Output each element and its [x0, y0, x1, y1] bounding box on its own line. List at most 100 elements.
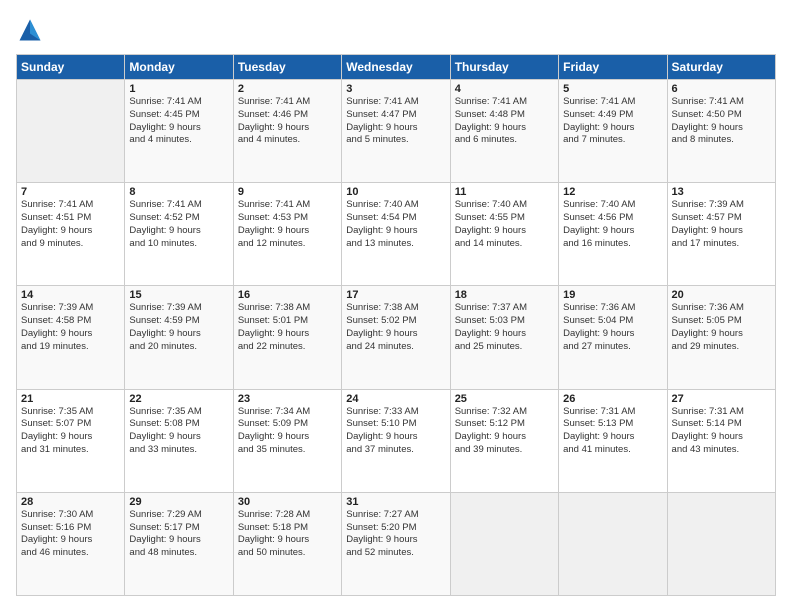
day-number: 7: [21, 186, 120, 198]
calendar-cell: 10Sunrise: 7:40 AMSunset: 4:54 PMDayligh…: [342, 183, 450, 286]
day-number: 24: [346, 393, 445, 405]
day-number: 21: [21, 393, 120, 405]
day-info: Sunrise: 7:39 AMSunset: 4:58 PMDaylight:…: [21, 302, 120, 353]
logo: [16, 16, 48, 44]
calendar-cell: 8Sunrise: 7:41 AMSunset: 4:52 PMDaylight…: [125, 183, 233, 286]
day-number: 16: [238, 289, 337, 301]
week-row-4: 28Sunrise: 7:30 AMSunset: 5:16 PMDayligh…: [17, 492, 776, 595]
calendar-cell: 21Sunrise: 7:35 AMSunset: 5:07 PMDayligh…: [17, 389, 125, 492]
calendar-cell: 25Sunrise: 7:32 AMSunset: 5:12 PMDayligh…: [450, 389, 558, 492]
day-info: Sunrise: 7:38 AMSunset: 5:02 PMDaylight:…: [346, 302, 445, 353]
day-number: 12: [563, 186, 662, 198]
day-number: 3: [346, 83, 445, 95]
day-info: Sunrise: 7:39 AMSunset: 4:57 PMDaylight:…: [672, 199, 771, 250]
day-info: Sunrise: 7:30 AMSunset: 5:16 PMDaylight:…: [21, 509, 120, 560]
calendar-cell: [559, 492, 667, 595]
day-info: Sunrise: 7:31 AMSunset: 5:14 PMDaylight:…: [672, 406, 771, 457]
day-info: Sunrise: 7:32 AMSunset: 5:12 PMDaylight:…: [455, 406, 554, 457]
calendar-cell: 19Sunrise: 7:36 AMSunset: 5:04 PMDayligh…: [559, 286, 667, 389]
calendar-cell: 5Sunrise: 7:41 AMSunset: 4:49 PMDaylight…: [559, 80, 667, 183]
day-info: Sunrise: 7:27 AMSunset: 5:20 PMDaylight:…: [346, 509, 445, 560]
day-info: Sunrise: 7:33 AMSunset: 5:10 PMDaylight:…: [346, 406, 445, 457]
weekday-sunday: Sunday: [17, 55, 125, 80]
day-info: Sunrise: 7:34 AMSunset: 5:09 PMDaylight:…: [238, 406, 337, 457]
day-info: Sunrise: 7:40 AMSunset: 4:55 PMDaylight:…: [455, 199, 554, 250]
day-info: Sunrise: 7:41 AMSunset: 4:47 PMDaylight:…: [346, 96, 445, 147]
weekday-wednesday: Wednesday: [342, 55, 450, 80]
day-number: 9: [238, 186, 337, 198]
day-info: Sunrise: 7:28 AMSunset: 5:18 PMDaylight:…: [238, 509, 337, 560]
day-number: 27: [672, 393, 771, 405]
day-info: Sunrise: 7:41 AMSunset: 4:48 PMDaylight:…: [455, 96, 554, 147]
calendar-cell: 28Sunrise: 7:30 AMSunset: 5:16 PMDayligh…: [17, 492, 125, 595]
day-info: Sunrise: 7:41 AMSunset: 4:51 PMDaylight:…: [21, 199, 120, 250]
day-info: Sunrise: 7:37 AMSunset: 5:03 PMDaylight:…: [455, 302, 554, 353]
calendar-cell: 15Sunrise: 7:39 AMSunset: 4:59 PMDayligh…: [125, 286, 233, 389]
day-number: 26: [563, 393, 662, 405]
day-info: Sunrise: 7:38 AMSunset: 5:01 PMDaylight:…: [238, 302, 337, 353]
day-number: 25: [455, 393, 554, 405]
day-number: 15: [129, 289, 228, 301]
day-number: 18: [455, 289, 554, 301]
week-row-0: 1Sunrise: 7:41 AMSunset: 4:45 PMDaylight…: [17, 80, 776, 183]
day-number: 28: [21, 496, 120, 508]
calendar-cell: [667, 492, 775, 595]
calendar-cell: 16Sunrise: 7:38 AMSunset: 5:01 PMDayligh…: [233, 286, 341, 389]
week-row-1: 7Sunrise: 7:41 AMSunset: 4:51 PMDaylight…: [17, 183, 776, 286]
day-info: Sunrise: 7:35 AMSunset: 5:08 PMDaylight:…: [129, 406, 228, 457]
day-info: Sunrise: 7:40 AMSunset: 4:54 PMDaylight:…: [346, 199, 445, 250]
calendar-cell: 14Sunrise: 7:39 AMSunset: 4:58 PMDayligh…: [17, 286, 125, 389]
calendar-cell: 6Sunrise: 7:41 AMSunset: 4:50 PMDaylight…: [667, 80, 775, 183]
page: SundayMondayTuesdayWednesdayThursdayFrid…: [0, 0, 792, 612]
day-number: 14: [21, 289, 120, 301]
calendar-cell: 7Sunrise: 7:41 AMSunset: 4:51 PMDaylight…: [17, 183, 125, 286]
day-number: 1: [129, 83, 228, 95]
day-number: 17: [346, 289, 445, 301]
day-info: Sunrise: 7:41 AMSunset: 4:49 PMDaylight:…: [563, 96, 662, 147]
day-info: Sunrise: 7:41 AMSunset: 4:46 PMDaylight:…: [238, 96, 337, 147]
day-info: Sunrise: 7:39 AMSunset: 4:59 PMDaylight:…: [129, 302, 228, 353]
calendar-cell: 9Sunrise: 7:41 AMSunset: 4:53 PMDaylight…: [233, 183, 341, 286]
day-number: 19: [563, 289, 662, 301]
calendar-cell: 29Sunrise: 7:29 AMSunset: 5:17 PMDayligh…: [125, 492, 233, 595]
day-number: 29: [129, 496, 228, 508]
header: [16, 16, 776, 44]
day-info: Sunrise: 7:35 AMSunset: 5:07 PMDaylight:…: [21, 406, 120, 457]
weekday-saturday: Saturday: [667, 55, 775, 80]
day-number: 8: [129, 186, 228, 198]
day-number: 5: [563, 83, 662, 95]
calendar-cell: 20Sunrise: 7:36 AMSunset: 5:05 PMDayligh…: [667, 286, 775, 389]
day-info: Sunrise: 7:41 AMSunset: 4:45 PMDaylight:…: [129, 96, 228, 147]
calendar-cell: 4Sunrise: 7:41 AMSunset: 4:48 PMDaylight…: [450, 80, 558, 183]
calendar-cell: 1Sunrise: 7:41 AMSunset: 4:45 PMDaylight…: [125, 80, 233, 183]
weekday-tuesday: Tuesday: [233, 55, 341, 80]
calendar-cell: 23Sunrise: 7:34 AMSunset: 5:09 PMDayligh…: [233, 389, 341, 492]
calendar-cell: 24Sunrise: 7:33 AMSunset: 5:10 PMDayligh…: [342, 389, 450, 492]
day-info: Sunrise: 7:41 AMSunset: 4:50 PMDaylight:…: [672, 96, 771, 147]
day-info: Sunrise: 7:41 AMSunset: 4:52 PMDaylight:…: [129, 199, 228, 250]
day-number: 20: [672, 289, 771, 301]
calendar-table: SundayMondayTuesdayWednesdayThursdayFrid…: [16, 54, 776, 596]
calendar-cell: 13Sunrise: 7:39 AMSunset: 4:57 PMDayligh…: [667, 183, 775, 286]
day-number: 10: [346, 186, 445, 198]
day-number: 31: [346, 496, 445, 508]
weekday-friday: Friday: [559, 55, 667, 80]
day-info: Sunrise: 7:36 AMSunset: 5:04 PMDaylight:…: [563, 302, 662, 353]
calendar-cell: 31Sunrise: 7:27 AMSunset: 5:20 PMDayligh…: [342, 492, 450, 595]
weekday-thursday: Thursday: [450, 55, 558, 80]
day-info: Sunrise: 7:41 AMSunset: 4:53 PMDaylight:…: [238, 199, 337, 250]
calendar-cell: 3Sunrise: 7:41 AMSunset: 4:47 PMDaylight…: [342, 80, 450, 183]
calendar-cell: 18Sunrise: 7:37 AMSunset: 5:03 PMDayligh…: [450, 286, 558, 389]
day-info: Sunrise: 7:31 AMSunset: 5:13 PMDaylight:…: [563, 406, 662, 457]
calendar-cell: 17Sunrise: 7:38 AMSunset: 5:02 PMDayligh…: [342, 286, 450, 389]
day-info: Sunrise: 7:36 AMSunset: 5:05 PMDaylight:…: [672, 302, 771, 353]
day-number: 23: [238, 393, 337, 405]
day-info: Sunrise: 7:29 AMSunset: 5:17 PMDaylight:…: [129, 509, 228, 560]
calendar-cell: [17, 80, 125, 183]
day-number: 30: [238, 496, 337, 508]
logo-icon: [16, 16, 44, 44]
week-row-3: 21Sunrise: 7:35 AMSunset: 5:07 PMDayligh…: [17, 389, 776, 492]
calendar-cell: 2Sunrise: 7:41 AMSunset: 4:46 PMDaylight…: [233, 80, 341, 183]
calendar-cell: 30Sunrise: 7:28 AMSunset: 5:18 PMDayligh…: [233, 492, 341, 595]
weekday-header-row: SundayMondayTuesdayWednesdayThursdayFrid…: [17, 55, 776, 80]
